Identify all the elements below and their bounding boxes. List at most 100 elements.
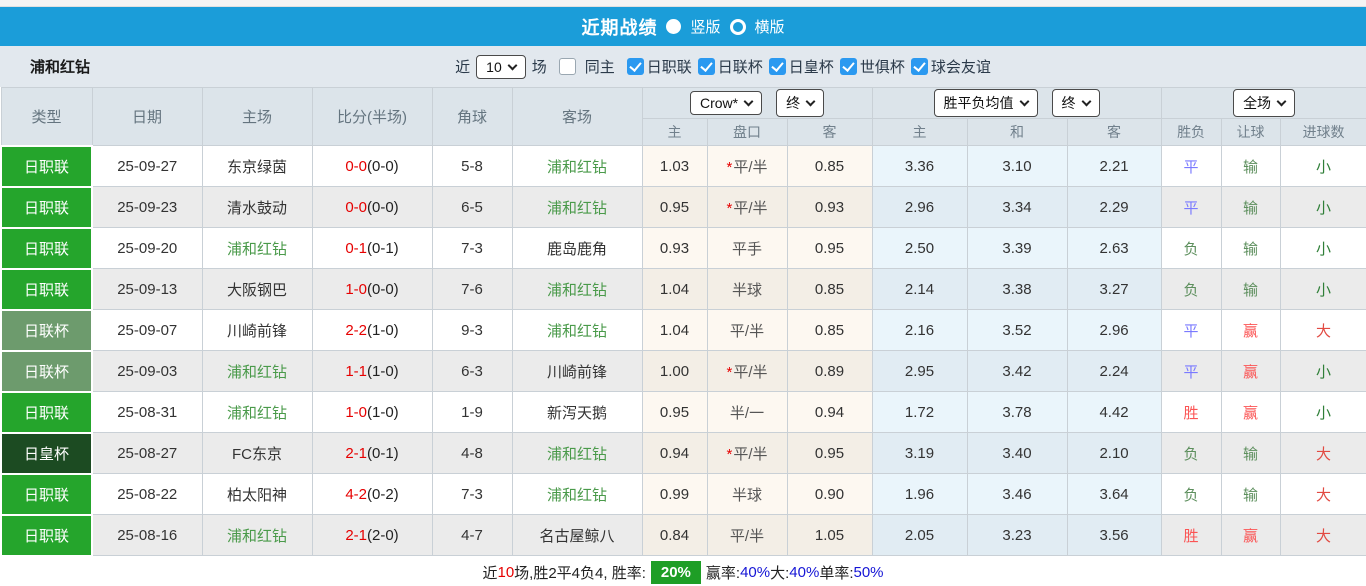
eu-home-odds: 2.14	[871, 268, 968, 310]
halftime-score: (0-2)	[367, 485, 399, 503]
goals-over-under: 小	[1279, 391, 1366, 433]
goals-over-under: 小	[1279, 145, 1366, 187]
vertical-layout-radio[interactable]	[666, 19, 682, 34]
summary-segment: 10	[497, 563, 515, 581]
fulltime-score: 0-0	[345, 198, 367, 216]
ah-home-odds: 0.93	[641, 227, 708, 269]
match-result: 负	[1160, 268, 1222, 310]
ah-away-odds: 0.85	[786, 268, 873, 310]
match-result: 负	[1160, 432, 1222, 474]
europe-avg-select[interactable]: 胜平负均值	[933, 89, 1038, 117]
chevron-down-icon	[805, 96, 816, 107]
subheader-ah-home: 主	[641, 118, 708, 146]
home-team: 东京绿茵	[201, 145, 313, 187]
ah-home-odds: 0.95	[641, 391, 708, 433]
league-type-badge: 日职联	[0, 267, 93, 311]
home-team: 柏太阳神	[201, 473, 313, 515]
eu-home-odds: 3.19	[871, 432, 968, 474]
match-date: 25-08-31	[91, 391, 203, 433]
col-header-away: 客场	[511, 87, 643, 146]
ah-home-odds: 1.03	[641, 145, 708, 187]
league-type-badge: 日联杯	[0, 349, 93, 393]
league-checkbox-label[interactable]: 日职联	[647, 59, 692, 76]
match-result: 平	[1160, 350, 1222, 392]
match-count-select[interactable]: 10	[476, 54, 526, 79]
league-type-badge: 日联杯	[0, 308, 93, 352]
same-home-label[interactable]: 同主	[585, 56, 615, 77]
fulltime-score: 2-1	[345, 526, 367, 544]
corner-count: 5-8	[431, 145, 513, 187]
same-home-checkbox[interactable]	[558, 58, 576, 75]
league-checkbox[interactable]	[697, 58, 715, 75]
filter-bar: 浦和红钻 近 10 场 同主 日职联 日联杯 日皇杯 世俱杯 球会友谊	[0, 46, 1366, 87]
europe-odds-group-header: 胜平负均值 终	[871, 87, 1162, 119]
score-cell: 4-2(0-2)	[311, 473, 433, 515]
ah-away-odds: 0.95	[786, 227, 873, 269]
panel-titlebar: 近期战绩 竖版 横版	[0, 7, 1366, 46]
eu-away-odds: 4.42	[1066, 391, 1162, 433]
eu-away-odds: 2.96	[1066, 309, 1162, 351]
handicap-time-select[interactable]: 终	[776, 89, 825, 117]
match-row: 日皇杯 25-08-27 FC东京 2-1(0-1) 4-8 浦和红钻 0.94 *平/半 0.…	[0, 431, 1366, 475]
match-date: 25-08-27	[91, 432, 203, 474]
match-result: 负	[1160, 227, 1222, 269]
league-checkbox-label[interactable]: 日联杯	[718, 59, 763, 76]
league-type-badge: 日皇杯	[0, 431, 93, 475]
eu-home-odds: 2.96	[871, 186, 968, 228]
ah-home-odds: 1.04	[641, 268, 708, 310]
eu-home-odds: 2.50	[871, 227, 968, 269]
ah-away-odds: 0.94	[786, 391, 873, 433]
eu-draw-odds: 3.38	[966, 268, 1068, 310]
page-top-strip	[0, 0, 1366, 7]
match-row: 日职联 25-08-16 浦和红钻 2-1(2-0) 4-7 名古屋鲸八 0.84 平/半 1.…	[0, 513, 1366, 557]
home-team: 浦和红钻	[201, 391, 313, 433]
summary-segment: 场,胜2平4负4, 胜率:	[514, 564, 646, 582]
team-name: 浦和红钻	[30, 59, 91, 76]
handicap-result: 输	[1220, 473, 1281, 515]
match-row: 日联杯 25-09-03 浦和红钻 1-1(1-0) 6-3 川崎前锋 1.00 *平/半 0.…	[0, 349, 1366, 393]
ah-line: 半球	[706, 473, 788, 515]
vertical-layout-label[interactable]: 竖版	[690, 16, 720, 37]
match-row: 日职联 25-08-22 柏太阳神 4-2(0-2) 7-3 浦和红钻 0.99 半球 0.90…	[0, 472, 1366, 516]
changed-line-asterisk: *	[726, 363, 733, 381]
horizontal-layout-radio[interactable]	[729, 18, 746, 35]
eu-away-odds: 3.56	[1066, 514, 1162, 556]
eu-home-odds: 1.96	[871, 473, 968, 515]
corner-count: 7-6	[431, 268, 513, 310]
ah-away-odds: 0.90	[786, 473, 873, 515]
score-cell: 2-1(2-0)	[311, 514, 433, 556]
match-row: 日职联 25-09-20 浦和红钻 0-1(0-1) 7-3 鹿岛鹿角 0.93 平手 0.95…	[0, 226, 1366, 270]
league-checkbox[interactable]	[839, 58, 857, 75]
score-cell: 1-0(1-0)	[311, 391, 433, 433]
handicap-result: 赢	[1220, 391, 1281, 433]
league-checkbox[interactable]	[626, 58, 644, 75]
eu-draw-odds: 3.46	[966, 473, 1068, 515]
bookmaker-select[interactable]: Crow*	[689, 91, 763, 115]
league-checkbox[interactable]	[910, 58, 928, 75]
scope-select[interactable]: 全场	[1233, 89, 1296, 117]
goals-over-under: 大	[1279, 514, 1366, 556]
away-team: 名古屋鲸八	[511, 514, 643, 556]
league-checkbox-label[interactable]: 世俱杯	[860, 59, 905, 76]
score-cell: 2-2(1-0)	[311, 309, 433, 351]
goals-over-under: 小	[1279, 268, 1366, 310]
league-checkbox-label[interactable]: 球会友谊	[931, 59, 991, 76]
horizontal-layout-label[interactable]: 横版	[755, 16, 785, 37]
corner-count: 9-3	[431, 309, 513, 351]
fulltime-score: 1-0	[345, 280, 367, 298]
eu-draw-odds: 3.34	[966, 186, 1068, 228]
europe-time-select[interactable]: 终	[1051, 89, 1100, 117]
ah-line: 平手	[706, 227, 788, 269]
fulltime-score: 0-0	[345, 157, 367, 175]
ah-home-odds: 0.94	[641, 432, 708, 474]
match-result: 平	[1160, 309, 1222, 351]
halftime-score: (1-0)	[367, 403, 399, 421]
ah-away-odds: 0.93	[786, 186, 873, 228]
league-checkbox-label[interactable]: 日皇杯	[789, 59, 834, 76]
league-checkbox[interactable]	[768, 58, 786, 75]
handicap-result: 赢	[1220, 350, 1281, 392]
home-team: FC东京	[201, 432, 313, 474]
eu-draw-odds: 3.10	[966, 145, 1068, 187]
filter-controls: 近 10 场 同主 日职联 日联杯 日皇杯 世俱杯 球会友谊	[220, 54, 1226, 79]
goals-over-under: 小	[1279, 227, 1366, 269]
